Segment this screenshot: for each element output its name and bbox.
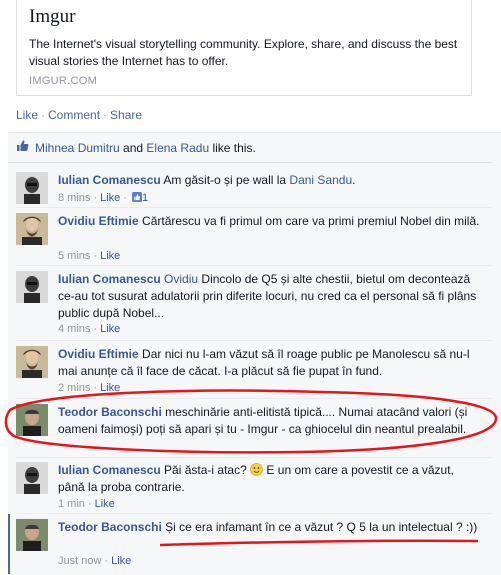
comment-text: Păi ăsta-i atac? (160, 463, 251, 477)
comment-author[interactable]: Teodor Baconschi (58, 520, 162, 534)
comment-time[interactable]: 4 mins (58, 323, 90, 335)
thumbs-up-icon (17, 140, 29, 151)
link-domain: IMGUR.COM (29, 75, 98, 87)
comment-time[interactable]: 8 mins (58, 192, 90, 204)
comment-like-link[interactable]: Like (100, 250, 120, 262)
comment-author[interactable]: Iulian Comanescu (58, 272, 161, 286)
avatar[interactable] (16, 519, 48, 551)
avatar[interactable] (16, 213, 48, 245)
divider (16, 207, 492, 208)
link-title[interactable]: Imgur (29, 6, 75, 28)
comment-like-count[interactable]: 1 (142, 192, 148, 204)
comment-text: Am găsit-o și pe wall la (160, 173, 290, 187)
comment-meta: Just now · Like (58, 555, 132, 567)
comment-button[interactable]: Comment (48, 108, 100, 122)
comment-body: Iulian Comanescu Ovidiu Dincolo de Q5 și… (58, 271, 483, 322)
comment-author[interactable]: Ovidiu Eftimie (58, 347, 139, 361)
liker-name-2[interactable]: Elena Radu (146, 141, 209, 155)
post-top: Imgur The Internet's visual storytelling… (0, 0, 501, 130)
post-actions: Like · Comment · Share (16, 108, 142, 122)
comment-body: Iulian Comanescu Am găsit-o și pe wall l… (58, 172, 483, 189)
comment-like-link[interactable]: Like (111, 555, 131, 567)
comment-body: Teodor Baconschi Și ce era infamant în c… (58, 519, 483, 536)
likes-and: and (119, 141, 147, 155)
comment-time[interactable]: 2 mins (58, 382, 90, 394)
comment-body: Ovidiu Eftimie Cărtărescu va fi primul o… (58, 213, 483, 230)
comment-like-link[interactable]: Like (95, 498, 115, 510)
comment-like-link[interactable]: Like (100, 192, 120, 204)
avatar[interactable] (16, 346, 48, 378)
comment-meta: 5 mins · Like (58, 250, 121, 262)
like-button[interactable]: Like (16, 108, 38, 122)
link-preview-card[interactable]: Imgur The Internet's visual storytelling… (16, 0, 472, 96)
divider (16, 513, 492, 514)
comment-time[interactable]: 5 mins (58, 250, 90, 262)
avatar[interactable] (16, 404, 48, 436)
comment-author[interactable]: Teodor Baconschi (58, 405, 162, 419)
comment-mention[interactable]: Ovidiu (164, 272, 198, 286)
new-comment-indicator (8, 514, 10, 574)
comment-body: Teodor Baconschi meschinărie anti-elitis… (58, 404, 483, 438)
comment-body: Ovidiu Eftimie Dar nici nu l-am văzut să… (58, 346, 483, 380)
likes-suffix: like this. (209, 141, 256, 155)
smiley-emoticon-icon (250, 463, 263, 476)
comment-body: Iulian Comanescu Păi ăsta-i atac? E un o… (58, 462, 483, 496)
comment-author[interactable]: Ovidiu Eftimie (58, 214, 139, 228)
comment-like-link[interactable]: Like (100, 323, 120, 335)
comment-like-link[interactable]: Like (100, 382, 120, 394)
separator: · (41, 108, 46, 122)
separator: · (103, 108, 108, 122)
comment-text-end: . (352, 173, 356, 187)
comment-meta: 2 mins · Like (58, 382, 121, 394)
avatar[interactable] (16, 462, 48, 494)
comment-mention[interactable]: Dani Sandu (289, 173, 352, 187)
comment-time[interactable]: 1 min (58, 498, 85, 510)
share-button[interactable]: Share (110, 108, 142, 122)
comment-meta: 8 mins · Like · 1 (58, 192, 149, 204)
divider (16, 340, 492, 341)
comment-author[interactable]: Iulian Comanescu (58, 173, 161, 187)
likes-summary: Mihnea Dumitru and Elena Radu like this. (8, 137, 492, 161)
divider (8, 162, 492, 163)
avatar[interactable] (16, 271, 48, 303)
avatar[interactable] (16, 172, 48, 204)
liker-name-1[interactable]: Mihnea Dumitru (35, 141, 120, 155)
divider (16, 398, 492, 399)
comment-time[interactable]: Just now (58, 555, 101, 567)
link-description: The Internet's visual storytelling commu… (29, 37, 458, 68)
comment-text: Cărtărescu va fi primul om care va primi… (138, 214, 480, 228)
divider (16, 457, 492, 458)
comment-author[interactable]: Iulian Comanescu (58, 463, 161, 477)
comment-meta: 4 mins · Like (58, 323, 121, 335)
divider (16, 265, 492, 266)
comment-meta: 1 min · Like (58, 498, 115, 510)
comment-text: Și ce era infamant în ce a văzut ? Q 5 l… (161, 520, 478, 534)
thumbs-up-icon (131, 192, 142, 202)
